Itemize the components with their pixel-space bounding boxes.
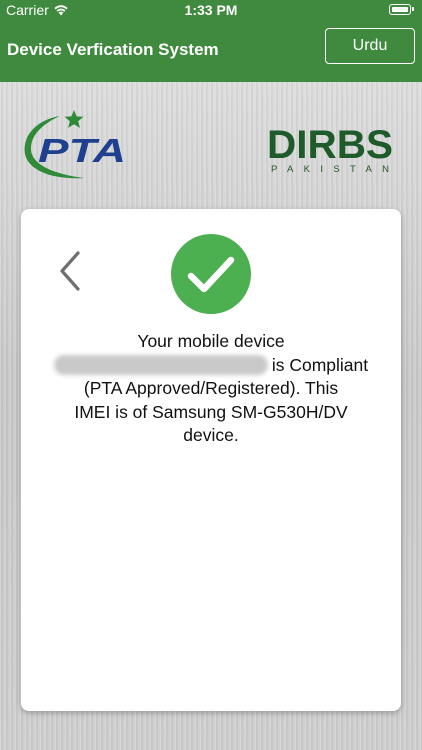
battery-icon bbox=[389, 4, 414, 15]
status-time: 1:33 PM bbox=[184, 2, 238, 18]
message-line-3: (PTA Approved/Registered). This bbox=[83, 378, 339, 398]
message-line-2: is Compliant bbox=[31, 354, 391, 378]
message-line-4: IMEI is of Samsung SM-G530H/DV bbox=[74, 401, 348, 422]
nav-bar: Device Verfication System Urdu bbox=[0, 20, 422, 82]
compliance-status: is Compliant bbox=[271, 354, 369, 375]
message-line-5: device. bbox=[183, 425, 239, 445]
dirbs-logo: DIRBS PAKISTAN bbox=[267, 123, 393, 174]
result-card: Your mobile device is Compliant (PTA App… bbox=[21, 209, 401, 711]
chevron-left-icon[interactable] bbox=[55, 249, 85, 293]
message-line-1: Your mobile device bbox=[137, 331, 285, 351]
redacted-imei bbox=[53, 354, 268, 375]
pta-logo: PTA bbox=[24, 110, 126, 179]
urdu-language-button[interactable]: Urdu bbox=[325, 28, 415, 64]
dirbs-logo-text: DIRBS bbox=[267, 123, 393, 167]
status-bar: Carrier 1:33 PM bbox=[0, 0, 422, 20]
compliance-message: Your mobile device is Compliant (PTA App… bbox=[31, 330, 391, 448]
check-circle-icon bbox=[171, 234, 251, 314]
page-title: Device Verfication System bbox=[7, 40, 219, 59]
pta-logo-text: PTA bbox=[38, 132, 126, 169]
